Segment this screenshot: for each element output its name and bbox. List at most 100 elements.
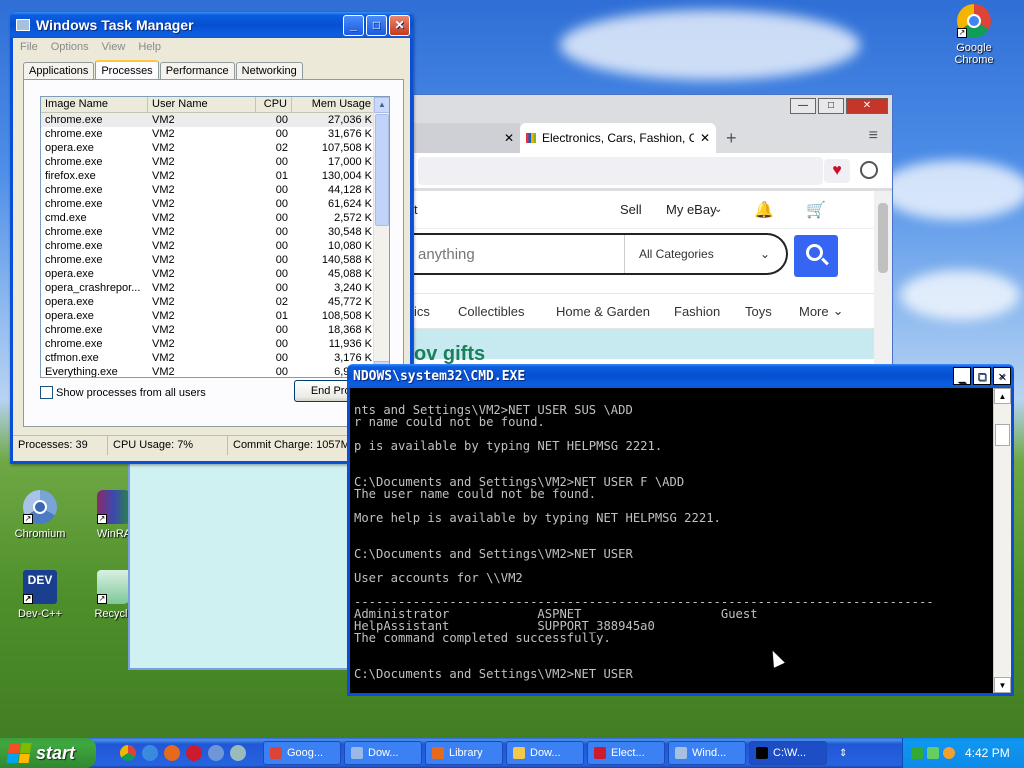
cmd-titlebar[interactable]: NDOWS\system32\CMD.EXE _ □ ✕ (347, 364, 1014, 388)
search-input[interactable]: anything (414, 246, 624, 263)
category-link[interactable]: More (799, 304, 829, 319)
category-link[interactable]: Home & Garden (556, 304, 674, 319)
desktop-icon-google-chrome[interactable]: ↗ Google Chrome (936, 4, 1012, 66)
process-row[interactable]: chrome.exe VM2 00 11,936 K (41, 337, 389, 351)
close-button[interactable]: ✕ (389, 14, 410, 36)
menu-icon[interactable]: ≡ (869, 127, 878, 145)
process-row[interactable]: opera.exe VM2 02 45,772 K (41, 295, 389, 309)
tab-processes[interactable]: Processes (95, 60, 159, 79)
scroll-down-arrow-icon[interactable]: ▼ (994, 677, 1011, 693)
heart-icon[interactable]: ♥ (824, 159, 850, 183)
taskbar-button[interactable]: C:\W... (749, 741, 827, 765)
tray-icon-green[interactable] (911, 747, 923, 759)
firefox-icon[interactable] (164, 745, 180, 761)
category-select[interactable]: All Categories ⌄ (624, 235, 784, 273)
desktop-icon-devcpp[interactable]: DEV ↗ Dev-C++ (2, 570, 78, 620)
category-link[interactable]: Fashion (674, 304, 745, 319)
process-row[interactable]: opera.exe VM2 00 45,088 K (41, 267, 389, 281)
chromium-icon[interactable] (208, 745, 224, 761)
task-manager-titlebar[interactable]: Windows Task Manager _ □ ✕ (10, 12, 413, 38)
close-button[interactable]: ✕ (993, 367, 1011, 385)
taskbar-button[interactable]: Elect... (587, 741, 665, 765)
close-icon[interactable]: ✕ (504, 131, 514, 145)
checkbox-box[interactable] (40, 386, 53, 399)
process-row[interactable]: chrome.exe VM2 00 30,548 K (41, 225, 389, 239)
scroll-thumb[interactable] (995, 424, 1010, 446)
process-row[interactable]: chrome.exe VM2 00 44,128 K (41, 183, 389, 197)
search-button[interactable] (794, 235, 838, 277)
process-row[interactable]: chrome.exe VM2 00 10,080 K (41, 239, 389, 253)
browser-scrollbar[interactable] (874, 191, 892, 364)
tab-active[interactable]: Electronics, Cars, Fashion, C ✕ (520, 123, 716, 153)
opera-icon[interactable] (186, 745, 202, 761)
cell-mem-usage: 18,368 K (327, 324, 372, 336)
taskbar-button[interactable]: Library (425, 741, 503, 765)
process-row[interactable]: chrome.exe VM2 00 27,036 K (41, 113, 389, 127)
desktop-icon-chromium[interactable]: ↗ Chromium (2, 490, 78, 540)
menu-file[interactable]: File (20, 41, 38, 53)
taskbar-overflow-icon[interactable]: ⇕ (839, 748, 847, 759)
cell-image-name: chrome.exe (45, 128, 103, 140)
address-input[interactable] (418, 156, 823, 185)
scroll-up-arrow-icon[interactable]: ▲ (994, 388, 1011, 404)
tray-icon-network[interactable] (927, 747, 939, 759)
console-scrollbar[interactable]: ▲ ▼ (993, 388, 1011, 693)
process-row[interactable]: chrome.exe VM2 00 18,368 K (41, 323, 389, 337)
minimize-button[interactable]: _ (953, 367, 971, 385)
sell-link[interactable]: Sell (620, 202, 642, 217)
start-button[interactable]: start (0, 738, 96, 768)
column-header-cpu[interactable]: CPU (256, 97, 292, 112)
category-link[interactable]: Collectibles (458, 304, 556, 319)
nav-fragment[interactable]: t (414, 202, 418, 217)
minimize-button[interactable]: — (790, 98, 816, 114)
menu-help[interactable]: Help (138, 41, 161, 53)
settings-icon[interactable] (230, 745, 246, 761)
process-row[interactable]: chrome.exe VM2 00 17,000 K (41, 155, 389, 169)
process-row[interactable]: chrome.exe VM2 00 61,624 K (41, 197, 389, 211)
menu-options[interactable]: Options (51, 41, 89, 53)
tab-applications[interactable]: Applications (23, 62, 95, 79)
process-row[interactable]: firefox.exe VM2 01 130,004 K (41, 169, 389, 183)
menu-view[interactable]: View (102, 41, 126, 53)
category-link[interactable]: ics (414, 304, 458, 319)
process-row[interactable]: opera_crashrepor... VM2 00 3,240 K (41, 281, 389, 295)
taskbar-button[interactable]: Dow... (506, 741, 584, 765)
tab-networking[interactable]: Networking (235, 62, 303, 79)
close-icon[interactable]: ✕ (700, 131, 710, 145)
process-row[interactable]: chrome.exe VM2 00 31,676 K (41, 127, 389, 141)
scroll-up-arrow-icon[interactable]: ▲ (374, 97, 389, 113)
show-all-processes-checkbox[interactable]: Show processes from all users (40, 386, 206, 399)
new-tab-button[interactable]: + (716, 123, 747, 153)
maximize-button[interactable]: □ (366, 14, 387, 36)
process-row[interactable]: opera.exe VM2 02 107,508 K (41, 141, 389, 155)
scroll-thumb[interactable] (375, 114, 389, 226)
maximize-button[interactable]: □ (818, 98, 844, 114)
minimize-button[interactable]: _ (343, 14, 364, 36)
taskbar-button[interactable]: Wind... (668, 741, 746, 765)
console-output[interactable]: nts and Settings\VM2>NET USER SUS \ADD r … (350, 388, 995, 693)
taskbar-button[interactable]: Dow... (344, 741, 422, 765)
process-row[interactable]: chrome.exe VM2 00 140,588 K (41, 253, 389, 267)
tab-performance[interactable]: Performance (159, 62, 235, 79)
process-list-scrollbar[interactable]: ▲ ▼ (373, 97, 389, 377)
process-row[interactable]: ctfmon.exe VM2 00 3,176 K (41, 351, 389, 365)
column-header-image-name[interactable]: Image Name (41, 97, 148, 112)
tab-inactive[interactable]: ✕ (414, 123, 520, 153)
ie-icon[interactable] (142, 745, 158, 761)
process-row[interactable]: cmd.exe VM2 00 2,572 K (41, 211, 389, 225)
process-row[interactable]: Everything.exeVM2006,988 K (41, 365, 389, 377)
scroll-thumb[interactable] (878, 203, 888, 273)
process-row[interactable]: opera.exe VM2 01 108,508 K (41, 309, 389, 323)
column-header-mem-usage[interactable]: Mem Usage (292, 97, 376, 112)
bell-icon[interactable]: 🔔 (754, 200, 774, 220)
my-ebay-link[interactable]: My eBay (666, 202, 717, 217)
account-icon[interactable] (860, 161, 878, 179)
close-button[interactable]: ✕ (846, 98, 888, 114)
chrome-icon[interactable] (120, 745, 136, 761)
maximize-button[interactable]: □ (973, 367, 991, 385)
search-icon[interactable] (943, 747, 955, 759)
cart-icon[interactable]: 🛒 (806, 200, 826, 220)
category-link[interactable]: Toys (745, 304, 799, 319)
taskbar-button[interactable]: Goog... (263, 741, 341, 765)
column-header-user-name[interactable]: User Name (148, 97, 256, 112)
